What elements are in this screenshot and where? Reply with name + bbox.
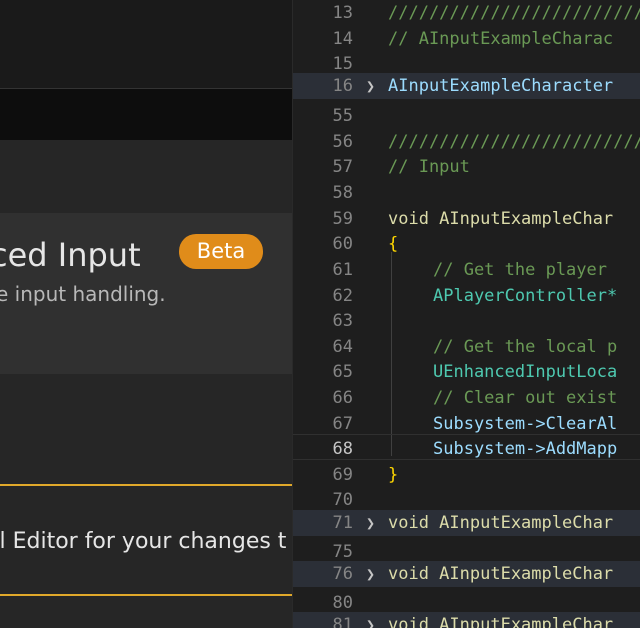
line-number: 57 [332,157,353,177]
line-code: { [388,234,399,254]
line-code: AInputExampleCharacter [388,76,614,96]
line-code: void AInputExampleChar [388,564,614,584]
line-code: void AInputExampleChar [388,615,614,628]
line-number: 61 [332,260,353,280]
line-code: void AInputExampleChar [388,209,614,229]
plugin-card-title: ced Input [0,236,141,274]
line-number: 62 [332,286,353,306]
plugin-list-spacer [0,140,292,213]
line-number: 58 [332,183,353,203]
line-number: 14 [332,29,353,49]
code-line-folded[interactable]: 81 ❯ void AInputExampleChar [293,612,640,628]
line-code: UEnhancedInputLoca [433,362,618,382]
line-code: // Clear out exist [433,388,618,408]
line-code: // Get the local p [433,337,618,357]
plugin-browser-panel: ced Input Beta e input handling. al Edit… [0,0,292,628]
plugin-list-spacer-2 [0,374,292,484]
line-code: // Input [388,157,470,177]
plugin-browser-toolbar [0,0,292,76]
chevron-right-icon[interactable]: ❯ [366,510,375,536]
line-code: ///////////////////////////// [388,132,640,152]
plugin-search-input[interactable] [0,88,292,141]
chevron-right-icon[interactable]: ❯ [366,73,375,99]
chevron-right-icon[interactable]: ❯ [366,612,375,628]
line-number: 13 [332,3,353,23]
code-editor[interactable]: 13 ///////////////////////////// 14 // A… [293,0,640,628]
line-code: } [388,465,399,485]
chevron-right-icon[interactable]: ❯ [366,561,375,587]
restart-notice-text: al Editor for your changes t [0,529,287,554]
line-code: Subsystem->AddMapp [433,439,618,459]
line-code: // Get the player [433,260,607,280]
code-line-folded[interactable]: 16 ❯ AInputExampleCharacter [293,73,640,99]
plugin-card-description: e input handling. [0,282,166,306]
line-number: 55 [332,106,353,126]
plugin-browser-footer [0,596,292,628]
line-number: 56 [332,132,353,152]
line-number: 81 [332,615,353,628]
line-code: Subsystem->ClearAl [433,414,618,434]
line-number: 69 [332,465,353,485]
code-line-folded[interactable]: 71 ❯ void AInputExampleChar [293,510,640,536]
line-code: ///////////////////////////// [388,3,640,23]
code-line-folded[interactable]: 76 ❯ void AInputExampleChar [293,561,640,587]
line-number: 64 [332,337,353,357]
line-number: 59 [332,209,353,229]
line-number: 16 [332,76,353,96]
line-number: 71 [332,513,353,533]
line-number: 67 [332,414,353,434]
line-number: 76 [332,564,353,584]
line-number: 63 [332,311,353,331]
line-code: // AInputExampleCharac [388,29,614,49]
line-number: 66 [332,388,353,408]
line-number: 68 [332,439,353,459]
beta-badge: Beta [179,234,263,269]
line-number: 60 [332,234,353,254]
line-code: void AInputExampleChar [388,513,614,533]
line-code: APlayerController* [433,286,618,306]
line-number: 65 [332,362,353,382]
